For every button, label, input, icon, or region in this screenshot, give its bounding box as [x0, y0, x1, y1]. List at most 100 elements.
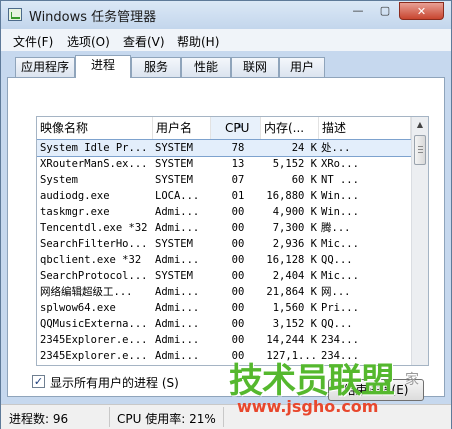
table-row[interactable]: 2345Explorer.e... Admi... 00 14,244 K 234...: [37, 332, 411, 348]
cell-cpu: 00: [231, 318, 245, 330]
cell-user-name: SYSTEM: [155, 142, 193, 154]
cell-memory: 4,900 K: [272, 206, 317, 218]
table-row[interactable]: System SYSTEM 07 60 K NT ...: [37, 172, 411, 188]
cell-user-name: Admi...: [155, 302, 200, 314]
cell-cpu: 00: [231, 270, 245, 282]
table-row[interactable]: QQPYService.ex...Admi... 008,196 K QQ...: [37, 364, 411, 365]
tab-performance[interactable]: 性能: [181, 57, 231, 77]
cell-user-name: Admi...: [155, 222, 200, 234]
cpu-usage: CPU 使用率: 21%: [117, 412, 216, 426]
table-row[interactable]: XRouterManS.ex... SYSTEM 13 5,152 K XRo...: [37, 156, 411, 172]
cell-cpu: 00: [215, 364, 261, 365]
menu-help[interactable]: 帮助(H): [177, 33, 219, 50]
cell-description: Mic...: [321, 270, 359, 282]
cell-image-name: QQMusicExterna...: [40, 318, 148, 330]
table-row[interactable]: 网络编辑超级工... Admi... 00 21,864 K 网...: [37, 284, 411, 300]
tab-processes[interactable]: 进程: [75, 55, 131, 78]
status-divider: [223, 407, 224, 427]
cell-image-name: System: [40, 174, 78, 186]
cell-user-name: SYSTEM: [155, 158, 193, 170]
cell-description: Win...: [321, 206, 359, 218]
menu-view[interactable]: 查看(V): [123, 33, 165, 50]
table-row[interactable]: System Idle Pr... SYSTEM 78 24 K 处...: [37, 139, 412, 157]
cell-user-name: Admi...: [155, 254, 200, 266]
table-row[interactable]: QQMusicExterna... Admi... 00 3,152 K QQ...: [37, 316, 411, 332]
cell-image-name: SearchFilterHo...: [40, 238, 148, 250]
cell-description: QQ...: [321, 364, 359, 365]
column-header-cpu[interactable]: ▲ CPU: [211, 117, 261, 139]
menu-options[interactable]: 选项(O): [67, 33, 110, 50]
cell-user-name: Admi...: [155, 206, 200, 218]
table-row[interactable]: Tencentdl.exe *32 Admi... 00 7,300 K 腾...: [37, 220, 411, 236]
table-row[interactable]: 2345Explorer.e... Admi... 00 127,1... 234...: [37, 348, 411, 364]
cell-cpu: 07: [231, 174, 245, 186]
table-row[interactable]: SearchProtocol... SYSTEM 00 2,404 K Mic...: [37, 268, 411, 284]
cell-memory: 21,864 K: [266, 286, 317, 298]
cell-memory: 16,128 K: [266, 254, 317, 266]
cell-cpu: 00: [231, 334, 245, 346]
table-row[interactable]: taskmgr.exe Admi... 00 4,900 K Win...: [37, 204, 411, 220]
cell-image-name: System Idle Pr...: [40, 142, 148, 154]
show-all-users-label: 显示所有用户的进程 (S): [50, 376, 179, 390]
cell-image-name: 网络编辑超级工...: [40, 286, 133, 298]
cell-image-name: qbclient.exe *32: [40, 254, 142, 266]
table-row[interactable]: audiodg.exe LOCA... 01 16,880 K Win...: [37, 188, 411, 204]
cell-description: XRo...: [321, 158, 359, 170]
table-row[interactable]: qbclient.exe *32 Admi... 00 16,128 K QQ...: [37, 252, 411, 268]
column-header-image-name[interactable]: 映像名称: [37, 117, 153, 139]
cell-description: Pri...: [321, 302, 359, 314]
cell-memory: 14,244 K: [266, 334, 317, 346]
cell-image-name: splwow64.exe: [40, 302, 116, 314]
process-count: 进程数: 96: [9, 412, 69, 426]
column-header-memory[interactable]: 内存(...: [261, 117, 319, 139]
cell-image-name: QQPYService.ex...: [40, 364, 152, 365]
cell-image-name: 2345Explorer.e...: [40, 350, 148, 362]
maximize-button[interactable]: ▢: [372, 2, 398, 20]
tab-applications[interactable]: 应用程序: [15, 57, 75, 77]
cell-description: Mic...: [321, 238, 359, 250]
cell-memory: 8,196 K: [263, 364, 317, 365]
cell-image-name: audiodg.exe: [40, 190, 110, 202]
cell-user-name: SYSTEM: [155, 238, 193, 250]
scroll-up-arrow-icon[interactable]: ▲: [412, 117, 428, 133]
show-all-users-checkbox[interactable]: ✓: [32, 375, 45, 388]
cell-memory: 127,1...: [266, 350, 317, 362]
task-manager-icon: [8, 8, 22, 21]
table-row[interactable]: splwow64.exe Admi... 00 1,560 K Pri...: [37, 300, 411, 316]
cell-description: 处...: [321, 142, 351, 154]
window-title: Windows 任务管理器: [29, 10, 157, 25]
status-divider: [109, 407, 110, 427]
menu-file[interactable]: 文件(F): [13, 33, 53, 50]
process-list-header: 映像名称 用户名 ▲ CPU 内存(... 描述: [37, 117, 411, 140]
cell-description: 234...: [321, 334, 359, 346]
cell-user-name: Admi...: [155, 350, 200, 362]
cell-description: 234...: [321, 350, 359, 362]
cell-cpu: 00: [231, 350, 245, 362]
cell-memory: 2,936 K: [272, 238, 317, 250]
column-header-user-name[interactable]: 用户名: [153, 117, 211, 139]
cell-user-name: Admi...: [155, 364, 211, 365]
scrollbar-thumb[interactable]: [414, 135, 426, 165]
task-manager-window: Windows 任务管理器 — ▢ ✕ 文件(F) 选项(O) 查看(V) 帮助…: [0, 0, 452, 429]
close-button[interactable]: ✕: [399, 2, 444, 20]
tab-users[interactable]: 用户: [279, 57, 325, 77]
cell-cpu: 13: [231, 158, 245, 170]
table-row[interactable]: SearchFilterHo... SYSTEM 00 2,936 K Mic...: [37, 236, 411, 252]
column-header-description[interactable]: 描述: [319, 117, 411, 139]
end-process-button[interactable]: 结束进程(E): [328, 379, 424, 401]
cell-description: QQ...: [321, 254, 353, 266]
tab-services[interactable]: 服务: [131, 57, 181, 77]
cell-cpu: 01: [231, 190, 245, 202]
cell-cpu: 00: [231, 222, 245, 234]
vertical-scrollbar[interactable]: ▲: [411, 117, 428, 365]
tab-networking[interactable]: 联网: [231, 57, 279, 77]
cell-memory: 1,560 K: [272, 302, 317, 314]
column-header-cpu-label: CPU: [225, 121, 250, 135]
cell-description: QQ...: [321, 318, 353, 330]
minimize-button[interactable]: —: [345, 2, 371, 20]
cell-user-name: Admi...: [155, 286, 200, 298]
cell-image-name: 2345Explorer.e...: [40, 334, 148, 346]
process-list[interactable]: 映像名称 用户名 ▲ CPU 内存(... 描述 System Idle Pr.…: [36, 116, 429, 366]
title-bar[interactable]: Windows 任务管理器 — ▢ ✕: [1, 1, 451, 29]
cell-memory: 3,152 K: [272, 318, 317, 330]
